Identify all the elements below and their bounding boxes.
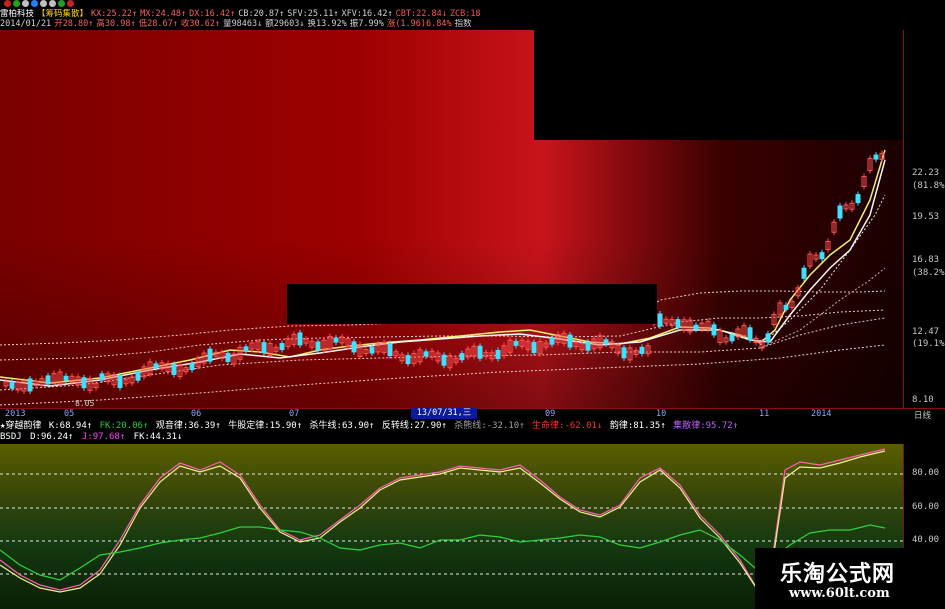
- date-label-2014: 2014: [811, 409, 832, 419]
- toolbar-button-2[interactable]: [13, 0, 20, 7]
- date-label-09: 09: [545, 409, 556, 419]
- price-label-22-23: 22.23: [912, 168, 940, 178]
- stock-chart-window: 雷柏科技 【筹码集散】 KX:25.22↑ MX:24.48↑ DX:16.42↑ CB:…: [0, 0, 945, 609]
- cursor-date-label: 13/07/31,三: [411, 408, 477, 419]
- quote-date: 2014/01/21: [0, 19, 52, 29]
- indicator-yunlv: 韵律:81.35↑: [609, 421, 666, 431]
- price-label-19-1pct: (19.1%): [912, 339, 945, 349]
- sfv-value: SFV:25.11↑: [287, 9, 339, 19]
- price-label-38-2pct: (38.2%): [912, 268, 945, 278]
- price-label-81-8pct: (81.8%): [912, 181, 945, 191]
- indicator-fanzhuan: 反转线:27.90↑: [381, 421, 447, 431]
- indicator-legend-line1: ★穿越韵律 K:68.94↑ FK:20.06↑ 观音律:36.39↑ 牛股定律…: [0, 420, 945, 432]
- open-value: 开28.80↑: [54, 19, 94, 29]
- low-value: 低28.67↑: [138, 19, 178, 29]
- price-label-19-53: 19.53: [912, 212, 940, 222]
- zcb-value: ZCB:18: [449, 9, 481, 19]
- price-label-8-10: 8.10: [912, 395, 934, 405]
- formula-name: 【筹码集散】: [37, 9, 89, 19]
- mx-value: MX:24.48↑: [140, 9, 187, 19]
- indicator-fk: FK:20.06↑: [99, 421, 149, 431]
- indicator-shaniu: 杀牛线:63.90↑: [309, 421, 375, 431]
- indicator-shaxiong: 杀熊线:-32.10↑: [454, 421, 525, 431]
- toolbar-button-8[interactable]: [67, 0, 74, 7]
- indicator-niugu: 牛股定律:15.90↑: [228, 421, 303, 431]
- indicator-title[interactable]: ★穿越韵律: [0, 421, 41, 431]
- date-label-10: 10: [656, 409, 667, 419]
- date-label-11: 11: [759, 409, 770, 419]
- date-label-07: 07: [289, 409, 300, 419]
- redacted-area-top: [534, 0, 945, 140]
- indicator-jisan: 集散律:95.72↑: [673, 421, 739, 431]
- xfv-value: XFV:16.42↑: [341, 9, 393, 19]
- cbt-value: CBT:22.84↓: [395, 9, 447, 19]
- stock-name: 雷柏科技: [0, 9, 35, 19]
- date-label-06: 06: [191, 409, 202, 419]
- cb-value: CB:20.87↑: [238, 9, 285, 19]
- price-label-16-83: 16.83: [912, 255, 940, 265]
- toolbar-button-5[interactable]: [40, 0, 47, 7]
- dx-value: DX:16.42↑: [189, 9, 236, 19]
- indicator-k: K:68.94↑: [48, 421, 93, 431]
- turnover-value: 换13.92%: [307, 19, 347, 29]
- date-label-05: 05: [64, 409, 75, 419]
- toolbar: [0, 0, 534, 8]
- low-price-marker: 8.05: [75, 399, 95, 408]
- indicator2-j: J:97.68↑: [81, 432, 126, 442]
- indicator-shengming: 生命律:-62.01↓: [532, 421, 603, 431]
- watermark-title: 乐淘公式网: [780, 561, 896, 587]
- indicator-legend-line2: BSDJ D:96.24↑ J:97.68↑ FK:44.31↓: [0, 432, 945, 443]
- toolbar-button-4[interactable]: [31, 0, 38, 7]
- amplitude-value: 振7.99%: [349, 19, 384, 29]
- change-value: 涨(1.96)6.84%: [386, 19, 452, 29]
- price-label-12-47: 12.47: [912, 327, 940, 337]
- date-label-2013: 2013: [5, 409, 26, 419]
- osc-label-60: 60.00: [912, 502, 940, 512]
- indicator-guanyin: 观音律:36.39↑: [155, 421, 221, 431]
- redacted-area-center: [287, 284, 657, 324]
- header-line1: 雷柏科技 【筹码集散】 KX:25.22↑ MX:24.48↑ DX:16.42↑ CB:…: [0, 9, 534, 19]
- indicator2-d: D:96.24↑: [30, 432, 74, 442]
- osc-label-40: 40.00: [912, 535, 940, 545]
- indicator2-fk: FK:44.31↓: [133, 432, 183, 442]
- indicator2-title[interactable]: BSDJ: [0, 432, 22, 442]
- header-line2: 2014/01/21 开28.80↑ 高30.98↑ 低28.67↑ 收30.62↑ 量9…: [0, 19, 534, 29]
- kx-value: KX:25.22↑: [91, 9, 138, 19]
- volume-value: 量98463↓: [223, 19, 263, 29]
- close-value: 收30.62↑: [180, 19, 221, 29]
- toolbar-button-6[interactable]: [49, 0, 56, 7]
- osc-label-80: 80.00: [912, 468, 940, 478]
- toolbar-button-7[interactable]: [58, 0, 65, 7]
- toolbar-button-3[interactable]: [22, 0, 29, 7]
- amount-value: 额29603↓: [265, 19, 305, 29]
- toolbar-button-1[interactable]: [4, 0, 11, 7]
- index-label: 指数: [454, 19, 472, 29]
- high-value: 高30.98↑: [96, 19, 136, 29]
- watermark-url: www.60lt.com: [789, 586, 890, 601]
